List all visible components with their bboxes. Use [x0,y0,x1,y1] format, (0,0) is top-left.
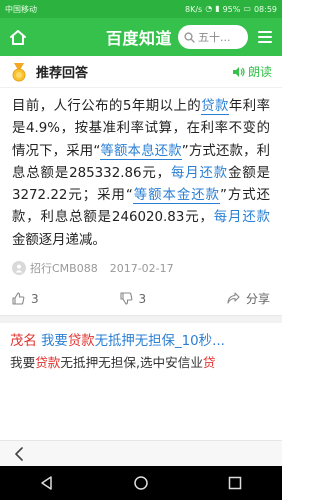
answer-text-6: 金额逐月递减。 [12,232,106,248]
browser-back-bar [0,440,282,466]
read-aloud-button[interactable]: 朗读 [232,63,272,80]
clock: 08:59 [253,4,277,14]
android-recents-icon[interactable] [227,475,243,491]
like-button[interactable]: 3 [12,292,120,306]
search-placeholder: 五十... [198,31,231,44]
android-navigation-bar [0,466,282,500]
carrier-label: 中国移动 [5,4,37,14]
battery-level: 95% [222,4,241,14]
status-right: 8K/s ◔ ▮ 95% ▭ 08:59 [185,5,277,14]
keyword-link-monthly-payment[interactable]: 每月还款 [171,166,228,181]
ad-desc-part: 我要 [10,355,36,371]
section-divider [0,315,282,324]
search-icon [184,31,195,43]
answer-text-1: 目前，人行公布的5年期以上的 [12,99,202,114]
ad-item[interactable]: 茂名 我要贷款无抵押无担保_10秒... 我要贷款无抵押无担保,选中安信业贷 [0,323,282,371]
ad-desc-rest: 无抵押无担保,选中安信业 [60,355,203,371]
home-icon [10,29,26,45]
dislike-button[interactable]: 3 [119,291,228,306]
read-aloud-label: 朗读 [247,65,272,79]
share-icon [227,292,240,304]
signal-icon: ▮ [215,4,220,13]
page-title: 百度知道 [105,29,172,48]
like-count: 3 [31,291,39,306]
ad-desc-keyword: 贷款 [35,355,61,371]
share-label: 分享 [246,292,271,307]
dislike-count: 3 [138,291,147,306]
keyword-link-equal-principal[interactable]: 等额本金还款 [132,188,220,205]
ad-title-part: 我要 [41,334,68,350]
recommended-answer-header: 推荐回答 朗读 [0,56,282,88]
ad-title-rest: 无抵押无担保_10秒... [94,334,225,350]
keyword-link-monthly-payment-2[interactable]: 每月还款 [214,210,270,225]
battery-icon: ▭ [243,4,251,13]
answer-actions: 3 3 分享 [0,284,282,315]
ad-description: 我要贷款无抵押无担保,选中安信业贷 [10,352,272,371]
ad-title-keyword: 贷款 [67,334,95,350]
thumbs-down-icon [119,292,132,305]
network-speed: 8K/s [185,4,203,14]
author-name[interactable]: 招行CMB088 [30,260,98,276]
medal-icon [12,62,26,81]
ad-location: 茂名 [10,334,37,350]
keyword-link-loan[interactable]: 贷款 [201,99,229,115]
answer-meta: 招行CMB088 2017-02-17 [0,252,282,284]
thumbs-up-icon [12,292,25,305]
android-back-icon[interactable] [39,475,55,491]
menu-button[interactable] [254,25,276,49]
keyword-link-equal-installment[interactable]: 等额本息还款 [100,143,182,160]
speaker-icon [232,66,245,77]
search-input[interactable]: 五十... [178,25,248,49]
answer-date: 2017-02-17 [109,261,174,275]
card-title: 推荐回答 [36,66,89,81]
home-button[interactable] [6,25,30,49]
back-arrow-icon[interactable] [14,446,24,461]
user-icon [12,261,26,276]
top-nav-bar: 百度知道 五十... [0,18,282,56]
android-home-icon[interactable] [133,475,149,491]
status-bar: 中国移动 8K/s ◔ ▮ 95% ▭ 08:59 [0,0,282,18]
wifi-icon: ◔ [205,4,213,13]
share-button[interactable]: 分享 [227,290,270,307]
ad-title[interactable]: 茂名 我要贷款无抵押无担保_10秒... [10,329,272,349]
menu-icon [258,31,272,33]
answer-text: 目前，人行公布的5年期以上的贷款年利率是4.9%，按基准利率试算，在利率不变的情… [0,88,282,252]
ad-desc-keyword-2: 贷 [202,355,216,371]
